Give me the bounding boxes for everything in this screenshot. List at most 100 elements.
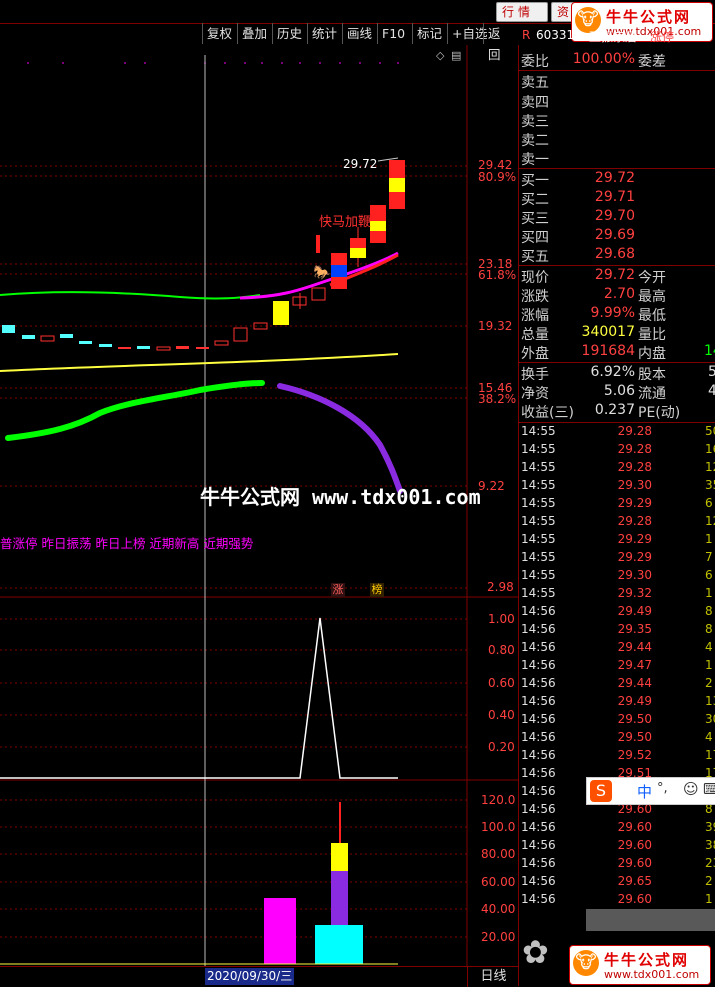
- ime-toolbar-ghost: [586, 909, 715, 931]
- tick-time: 14:55: [521, 532, 556, 546]
- tick-time: 14:56: [521, 676, 556, 690]
- tick-volume: 1: [705, 586, 713, 600]
- axis-9.22: 9.22: [478, 479, 505, 493]
- tick-row: 14:55 29.29 6: [519, 496, 715, 514]
- site-logo-bottom: 🐮 牛牛公式网 www.tdx001.com: [569, 945, 711, 985]
- candle: [331, 277, 347, 289]
- tick-time: 14:56: [521, 694, 556, 708]
- ime-keyboard-icon[interactable]: ⌨: [703, 780, 715, 798]
- tick-time: 14:56: [521, 730, 556, 744]
- tick-row: 14:56 29.49 8: [519, 604, 715, 622]
- tick-time: 14:56: [521, 820, 556, 834]
- diamond-icon: ◇: [436, 49, 445, 62]
- tick-time: 14:55: [521, 424, 556, 438]
- p2-axis-1: 1.00: [488, 612, 515, 626]
- axis-19.32: 19.32: [478, 319, 513, 333]
- chart-toolbar: 复权 叠加 历史 统计 画线 F10 标记 +自选 返回: [0, 23, 516, 62]
- tick-row: 14:56 29.35 8: [519, 622, 715, 640]
- tick-time: 14:56: [521, 784, 556, 798]
- tick-row: 14:56 29.60 1: [519, 892, 715, 910]
- tick-time: 14:56: [521, 856, 556, 870]
- top-bar: 行情 资 🐮 牛牛公式网 www.tdx001.com: [0, 0, 715, 42]
- candle: [60, 334, 73, 338]
- tick-price: 29.47: [617, 658, 652, 672]
- ime-lang[interactable]: 中: [637, 781, 652, 802]
- toolbar-history[interactable]: 历史: [272, 23, 306, 44]
- tick-time: 14:56: [521, 604, 556, 618]
- tick-row: 14:56 29.44 4: [519, 640, 715, 658]
- tick-price: 29.50: [617, 730, 652, 744]
- candle: [370, 231, 386, 243]
- tick-volume: 6: [705, 496, 713, 510]
- tick-row: 14:55 29.28 12: [519, 460, 715, 478]
- ime-emoji-icon[interactable]: ☺: [683, 780, 699, 798]
- candle: [389, 160, 405, 178]
- logo-text-bottom: 牛牛公式网: [604, 951, 690, 969]
- toolbar-back[interactable]: 返回: [483, 23, 516, 62]
- weicha-label: 委差: [638, 54, 666, 70]
- p3-axis-4: 60.00: [481, 875, 516, 889]
- tick-row: 14:56 29.65 2: [519, 874, 715, 892]
- badge-zhang: 涨: [331, 583, 345, 597]
- tick-time: 14:56: [521, 622, 556, 636]
- tick-row: 14:56 29.52 17: [519, 748, 715, 766]
- tick-time: 14:55: [521, 478, 556, 492]
- tick-volume: 12: [705, 514, 715, 528]
- tick-row: 14:56 29.60 23: [519, 856, 715, 874]
- stat-price: 现价 29.72 今开: [521, 267, 666, 286]
- toolbar-stats[interactable]: 统计: [307, 23, 341, 44]
- toolbar-draw[interactable]: 画线: [342, 23, 376, 44]
- toolbar-fuquan[interactable]: 复权: [202, 23, 236, 44]
- tick-price: 29.60: [617, 838, 652, 852]
- toolbar-mark[interactable]: 标记: [412, 23, 446, 44]
- candle: [214, 340, 229, 346]
- tick-volume: 1: [705, 532, 713, 546]
- tick-time: 14:56: [521, 838, 556, 852]
- tick-time: 14:56: [521, 874, 556, 888]
- candle: [331, 253, 347, 265]
- logo-url-bottom: www.tdx001.com: [604, 968, 700, 981]
- watermark: 牛牛公式网 www.tdx001.com: [200, 485, 481, 509]
- period-button[interactable]: 日线: [467, 967, 519, 987]
- tick-price: 29.35: [617, 622, 652, 636]
- buy-5: 买五 29.68: [521, 246, 635, 265]
- volume-bar-purple: [331, 871, 348, 925]
- tick-time: 14:56: [521, 712, 556, 726]
- tick-row: 14:55 29.28 12: [519, 514, 715, 532]
- candle: [137, 346, 150, 349]
- top-dots: [27, 62, 399, 64]
- tick-time: 14:55: [521, 514, 556, 528]
- weibi-row: 委比 100.00% 委差: [519, 51, 715, 70]
- market-button[interactable]: 行情: [496, 2, 548, 22]
- ime-punct[interactable]: °,: [657, 781, 668, 796]
- ime-toolbar[interactable]: S 中 °, ☺ ⌨: [586, 777, 715, 805]
- candle: [350, 248, 366, 258]
- p2-axis-2: 0.80: [488, 643, 515, 657]
- candle: [22, 335, 35, 339]
- tick-row: 14:55 29.30 35: [519, 478, 715, 496]
- tick-volume: 1: [705, 892, 713, 906]
- signal-tags: 普涨停 昨日振荡 昨日上榜 近期新高 近期强势: [0, 536, 254, 551]
- tick-price: 29.49: [617, 604, 652, 618]
- tick-row: 14:56 29.47 1: [519, 658, 715, 676]
- weibi-value: 100.00%: [572, 51, 635, 67]
- tick-price: 29.28: [617, 442, 652, 456]
- candle: [176, 346, 189, 349]
- buy-4: 买四 29.69: [521, 227, 635, 246]
- candle: [370, 221, 386, 231]
- tick-row: 14:55 29.30 6: [519, 568, 715, 586]
- tick-row: 14:56 29.60 39: [519, 820, 715, 838]
- toolbar-overlay[interactable]: 叠加: [237, 23, 271, 44]
- tick-time: 14:56: [521, 802, 556, 816]
- tick-list[interactable]: 14:5529.285014:5529.281614:5529.281214:5…: [519, 424, 715, 984]
- stat-eps: 收益(三) 0.237 PE(动): [521, 402, 681, 421]
- toolbar-f10[interactable]: F10: [377, 23, 409, 44]
- tick-volume: 2: [705, 874, 713, 888]
- tick-price: 29.44: [617, 640, 652, 654]
- indicator-line: [0, 617, 398, 779]
- price-annotation: 29.72: [343, 157, 378, 171]
- quote-panel: R 603313 亚振家居 涨停 委比 100.00% 委差 卖五 卖四 卖三 …: [518, 28, 715, 986]
- tick-volume: 38: [705, 838, 715, 852]
- buy-1: 买一 29.72: [521, 170, 635, 189]
- support-band-line: [5, 380, 265, 441]
